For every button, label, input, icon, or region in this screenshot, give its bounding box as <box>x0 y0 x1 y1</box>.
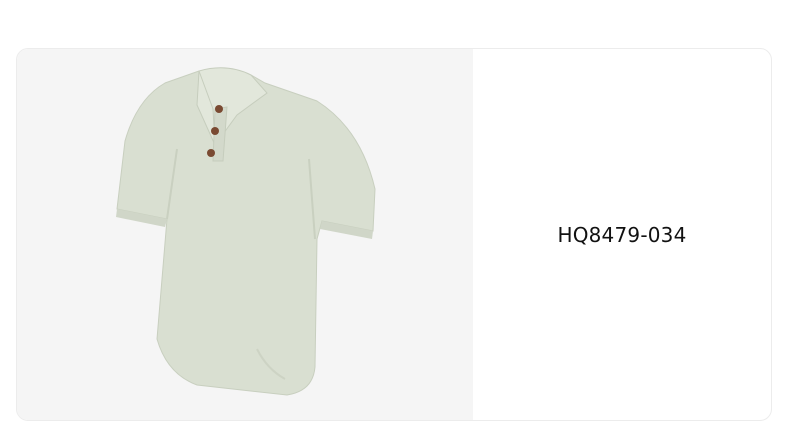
button <box>211 127 219 135</box>
product-card[interactable]: HQ8479-034 <box>16 48 772 421</box>
polo-shirt-image <box>116 67 376 396</box>
product-info: HQ8479-034 <box>473 49 771 420</box>
shirt-body <box>116 70 376 396</box>
button <box>207 149 215 157</box>
product-sku: HQ8479-034 <box>557 222 687 247</box>
button <box>215 105 223 113</box>
product-image[interactable] <box>17 49 473 420</box>
